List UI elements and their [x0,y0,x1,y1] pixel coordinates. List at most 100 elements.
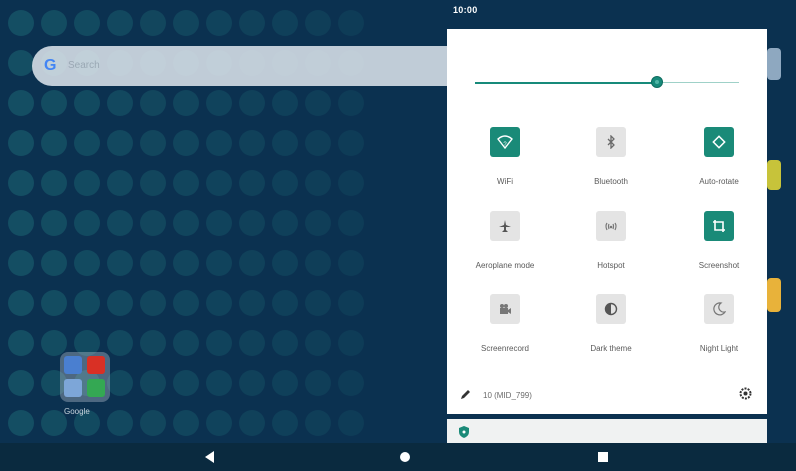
wallpaper-dot [173,250,199,276]
google-folder[interactable]: Google [60,350,120,420]
wallpaper-dot [305,210,331,236]
youtube-mini-icon [87,356,105,374]
auto-rotate-icon[interactable] [704,127,734,157]
tile-label: WiFi [497,177,513,186]
wallpaper-dot [239,250,265,276]
wallpaper-dot [140,130,166,156]
wallpaper-dot [305,410,331,436]
wallpaper-dot [338,370,364,396]
bluetooth-icon[interactable] [596,127,626,157]
wallpaper-dot [8,90,34,116]
tile-night-light[interactable]: Night Light [667,294,767,364]
wallpaper-dot [305,170,331,196]
wallpaper-dot [140,370,166,396]
quick-settings-panel: ? WiFi Bluetooth Auto-rotate Aeroplane mode H… [447,29,767,414]
wallpaper-dot [140,250,166,276]
wallpaper-dot [239,330,265,356]
app-mini-icon [64,379,82,397]
recents-icon[interactable] [596,450,610,464]
tile-auto-rotate[interactable]: Auto-rotate [667,127,767,197]
wallpaper-dot [272,250,298,276]
back-icon[interactable] [203,450,217,464]
tile-screenshot[interactable]: Screenshot [667,211,767,281]
tile-hotspot[interactable]: Hotspot [559,211,659,281]
tile-bluetooth[interactable]: Bluetooth [559,127,659,197]
tile-label: Auto-rotate [699,177,739,186]
wallpaper-dot [107,250,133,276]
wallpaper-dot [173,290,199,316]
wallpaper-dot [173,210,199,236]
build-number[interactable]: 10 (MID_799) [483,391,532,400]
wallpaper-dot [206,290,232,316]
wallpaper-dot [338,90,364,116]
hotspot-icon[interactable] [596,211,626,241]
brightness-slider-thumb[interactable] [651,76,663,88]
night-light-icon[interactable] [704,294,734,324]
quick-settings-footer [447,419,767,443]
wallpaper-dot [239,130,265,156]
wallpaper-dot [74,250,100,276]
wallpaper-dot [41,130,67,156]
wallpaper-dot [173,330,199,356]
wallpaper-dot [140,330,166,356]
wallpaper-dot [206,250,232,276]
wallpaper-dot [272,170,298,196]
edit-icon[interactable] [460,388,474,402]
wallpaper-dot [338,210,364,236]
google-logo-icon: G [44,57,57,74]
wallpaper-dot [173,90,199,116]
wallpaper-dot [338,330,364,356]
wallpaper-dot [305,290,331,316]
wallpaper-dot [74,130,100,156]
wallpaper-dot [206,170,232,196]
wallpaper-dot [206,330,232,356]
wallpaper-dot [140,210,166,236]
wallpaper-dot [272,210,298,236]
wallpaper-dot [41,290,67,316]
tile-dark-theme[interactable]: Dark theme [559,294,659,364]
home-icon[interactable] [398,450,412,464]
wallpaper-dot [140,90,166,116]
tile-wifi[interactable]: ? WiFi [453,127,553,197]
wallpaper-dot [305,130,331,156]
wallpaper-dot [8,290,34,316]
settings-gear-icon[interactable] [739,387,753,401]
wallpaper-dot [8,170,34,196]
wallpaper-dot [8,410,34,436]
wallpaper-dot [305,330,331,356]
wifi-icon[interactable]: ? [490,127,520,157]
screenrecord-icon[interactable] [490,294,520,324]
maps-mini-icon [87,379,105,397]
wallpaper-dot [305,370,331,396]
wallpaper-dot [173,370,199,396]
wallpaper-dot [41,90,67,116]
aeroplane-icon[interactable] [490,211,520,241]
wallpaper-dot [272,90,298,116]
wallpaper-dot [239,90,265,116]
brightness-slider-fill [475,82,657,84]
wallpaper-dot [74,210,100,236]
dark-theme-icon[interactable] [596,294,626,324]
wallpaper-dot [107,290,133,316]
shield-icon [459,425,469,438]
app-icon-peek[interactable] [767,278,781,312]
wallpaper-dot [173,410,199,436]
wallpaper-dot [239,210,265,236]
wallpaper-dot [272,410,298,436]
clock: 10:00 [453,5,478,15]
tile-label: Screenrecord [480,344,530,353]
tile-aeroplane-mode[interactable]: Aeroplane mode [453,211,553,281]
wallpaper-dot [41,170,67,196]
wallpaper-dot [140,410,166,436]
search-bar[interactable]: G Search [32,46,482,86]
tile-screenrecord[interactable]: Screenrecord [453,294,553,364]
folder-icon [60,352,110,402]
wallpaper-dot [338,130,364,156]
folder-label: Google [64,407,90,416]
wallpaper-dot [206,90,232,116]
wallpaper-dot [8,210,34,236]
brightness-slider[interactable] [475,76,739,90]
screenshot-icon[interactable] [704,211,734,241]
app-icon-peek[interactable] [767,48,781,80]
wallpaper-dot [305,90,331,116]
